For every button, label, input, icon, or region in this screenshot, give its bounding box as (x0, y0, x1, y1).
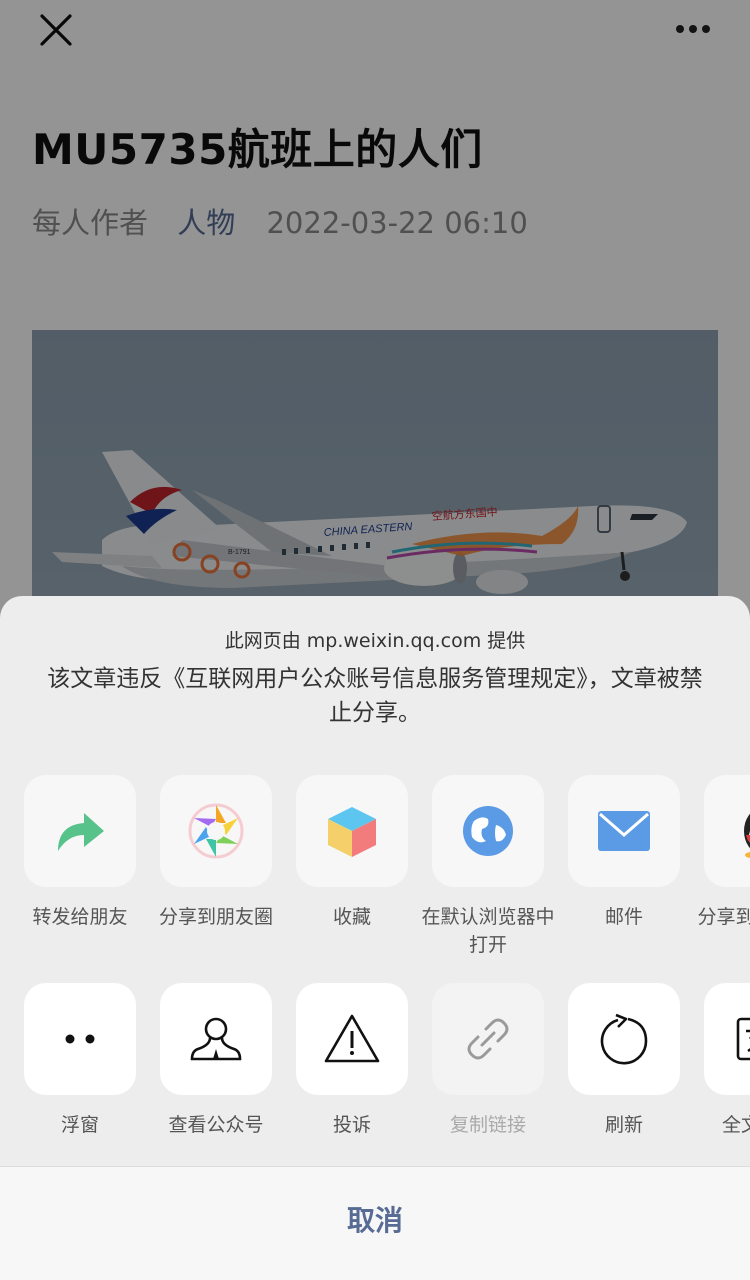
share-row-primary: 转发给朋友 分享到朋友圈 收藏 在默认浏览器中打开 邮件 分享到 (24, 775, 750, 965)
moments-icon (188, 803, 244, 859)
mail-label: 邮件 (604, 906, 643, 928)
favorite-cube-icon (328, 807, 376, 857)
copy-link-action: 复制链接 (432, 983, 544, 1139)
translate-icon (736, 1017, 750, 1061)
refresh-action[interactable]: 刷新 (568, 983, 680, 1139)
qq-tile[interactable] (704, 775, 750, 887)
complain-tile[interactable] (296, 983, 408, 1095)
share-sheet: 此网页由 mp.weixin.qq.com 提供 该文章违反《互联网用户公众账号… (0, 596, 750, 1280)
moments-label: 分享到朋友圈 (158, 906, 273, 928)
refresh-tile[interactable] (568, 983, 680, 1095)
translate-action[interactable]: 全文翻译 (704, 983, 750, 1139)
qq-label: 分享到手机QQ (697, 906, 750, 928)
link-icon (467, 1018, 509, 1060)
complain-label: 投诉 (332, 1114, 371, 1136)
open-in-browser-action[interactable]: 在默认浏览器中打开 (421, 775, 555, 959)
share-row-secondary: 浮窗 查看公众号 投诉 复制链接 刷新 全 (24, 983, 750, 1173)
complain-action[interactable]: 投诉 (296, 983, 408, 1139)
cancel-button[interactable]: 取消 (0, 1167, 750, 1271)
refresh-label: 刷新 (604, 1114, 643, 1136)
float-window-icon (65, 1034, 95, 1044)
browser-tile[interactable] (432, 775, 544, 887)
share-blocked-notice: 该文章违反《互联网用户公众账号信息服务管理规定》，文章被禁止分享。 (47, 666, 703, 726)
moments-tile[interactable] (160, 775, 272, 887)
forward-label: 转发给朋友 (32, 906, 128, 928)
warning-icon (324, 1014, 380, 1063)
translate-label: 全文翻译 (721, 1114, 750, 1136)
mail-action[interactable]: 邮件 (568, 775, 680, 931)
official-account-icon (190, 1017, 242, 1061)
refresh-icon (600, 1013, 648, 1065)
forward-tile[interactable] (24, 775, 136, 887)
view-account-label: 查看公众号 (168, 1114, 264, 1136)
favorite-label: 收藏 (332, 906, 371, 928)
browser-label: 在默认浏览器中打开 (421, 906, 555, 956)
cancel-bar: 取消 (0, 1166, 750, 1280)
favorite-action[interactable]: 收藏 (296, 775, 408, 931)
share-moments-action[interactable]: 分享到朋友圈 (159, 775, 273, 931)
float-window-tile[interactable] (24, 983, 136, 1095)
copy-link-label: 复制链接 (449, 1114, 526, 1136)
mail-tile[interactable] (568, 775, 680, 887)
copy-link-tile (432, 983, 544, 1095)
mail-icon (598, 811, 650, 851)
float-window-action[interactable]: 浮窗 (24, 983, 136, 1139)
float-window-label: 浮窗 (60, 1114, 99, 1136)
share-qq-action[interactable]: 分享到手机QQ (698, 775, 750, 931)
browser-globe-icon (463, 806, 513, 856)
view-account-action[interactable]: 查看公众号 (160, 983, 272, 1139)
favorite-tile[interactable] (296, 775, 408, 887)
provider-text: 此网页由 mp.weixin.qq.com 提供 (224, 630, 526, 652)
forward-arrow-icon (58, 813, 104, 851)
translate-tile[interactable] (704, 983, 750, 1095)
forward-to-friend-action[interactable]: 转发给朋友 (24, 775, 136, 931)
view-account-tile[interactable] (160, 983, 272, 1095)
qq-penguin-icon (744, 813, 750, 858)
